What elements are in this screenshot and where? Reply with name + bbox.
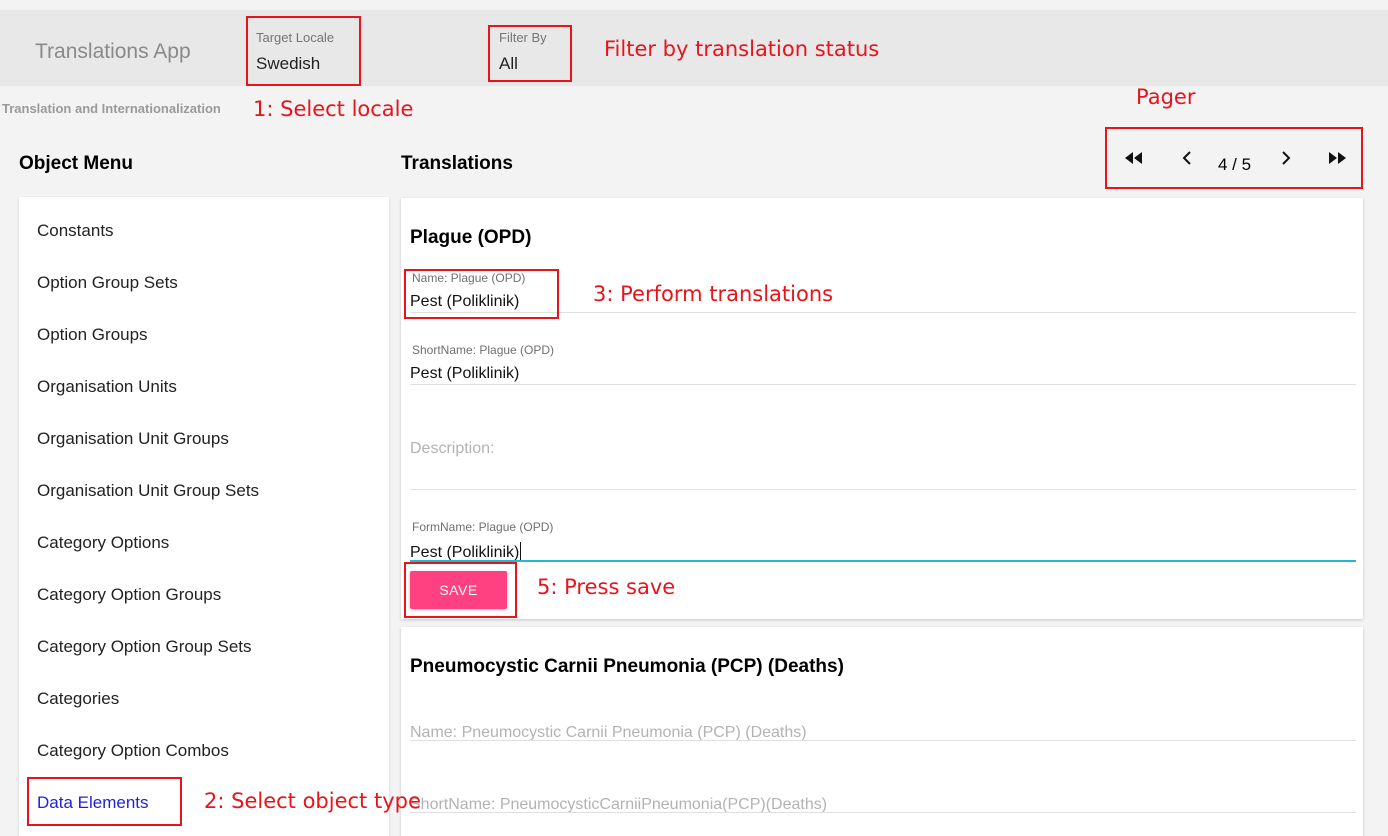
translation-card: Pneumocystic Carnii Pneumonia (PCP) (Dea…	[401, 627, 1363, 836]
menu-item-option-group-sets[interactable]: Option Group Sets	[37, 273, 178, 293]
app-title: Translations App	[35, 40, 191, 63]
menu-item-organisation-units[interactable]: Organisation Units	[37, 377, 177, 397]
data-elements-highlight-box	[27, 777, 182, 826]
form-name-field-input: Pest (Poliklinik)	[410, 542, 522, 562]
menu-item-organisation-unit-groups[interactable]: Organisation Unit Groups	[37, 429, 229, 449]
text-caret	[520, 542, 522, 560]
object-menu-title: Object Menu	[19, 153, 134, 174]
description-translation-field[interactable]: Description:	[410, 438, 1356, 490]
short-name-translation-field[interactable]: ShortName: Plague (OPD) Pest (Poliklinik…	[410, 342, 1356, 386]
menu-item-category-option-combos[interactable]: Category Option Combos	[37, 741, 229, 761]
page-subtitle: Translation and Internationalization	[2, 101, 221, 116]
menu-item-organisation-unit-group-sets[interactable]: Organisation Unit Group Sets	[37, 481, 259, 501]
annotation-perform-translations: 3: Perform translations	[593, 282, 834, 306]
short-name-field-underline	[410, 384, 1356, 385]
pager-highlight-box	[1105, 127, 1363, 189]
short-name-field-underline	[410, 812, 1356, 813]
menu-item-category-option-groups[interactable]: Category Option Groups	[37, 585, 221, 605]
annotation-select-object-type: 2: Select object type	[204, 789, 421, 813]
translation-card: Plague (OPD) Name: Plague (OPD) Pest (Po…	[401, 198, 1363, 619]
object-menu: Constants Option Group Sets Option Group…	[19, 197, 389, 836]
short-name-translation-field[interactable]: ShortName: PneumocysticCarniiPneumonia(P…	[410, 795, 1356, 815]
card-title: Pneumocystic Carnii Pneumonia (PCP) (Dea…	[410, 656, 844, 677]
locale-highlight-box	[246, 16, 361, 86]
card-title: Plague (OPD)	[410, 227, 532, 248]
menu-item-category-option-group-sets[interactable]: Category Option Group Sets	[37, 637, 252, 657]
name-translation-field[interactable]: Name: Pneumocystic Carnii Pneumonia (PCP…	[410, 723, 1356, 743]
name-field-underline	[410, 740, 1356, 741]
short-name-field-value: Pest (Poliklinik)	[410, 365, 520, 382]
menu-item-category-options[interactable]: Category Options	[37, 533, 169, 553]
form-name-field-label: FormName: Plague (OPD)	[412, 520, 554, 534]
filter-highlight-box	[488, 25, 572, 82]
menu-item-categories[interactable]: Categories	[37, 689, 119, 709]
annotation-filter-status: Filter by translation status	[604, 37, 880, 61]
short-name-field-label: ShortName: Plague (OPD)	[412, 343, 555, 357]
menu-item-constants[interactable]: Constants	[37, 221, 114, 241]
annotation-select-locale: 1: Select locale	[253, 97, 414, 121]
save-highlight-box	[404, 562, 517, 618]
form-name-field-value: Pest (Poliklinik)	[410, 544, 520, 561]
description-field-underline	[410, 489, 1356, 490]
annotation-press-save: 5: Press save	[537, 575, 676, 599]
name-field-highlight-box	[404, 269, 559, 319]
annotation-pager: Pager	[1136, 85, 1196, 109]
description-field-placeholder: Description:	[410, 440, 495, 457]
form-name-field-underline	[410, 560, 1356, 562]
menu-item-option-groups[interactable]: Option Groups	[37, 325, 148, 345]
translations-title: Translations	[401, 153, 513, 174]
translations-app: Translations App Target Locale Swedish F…	[0, 0, 1388, 836]
form-name-translation-field[interactable]: FormName: Plague (OPD) Pest (Poliklinik)	[410, 519, 1356, 563]
